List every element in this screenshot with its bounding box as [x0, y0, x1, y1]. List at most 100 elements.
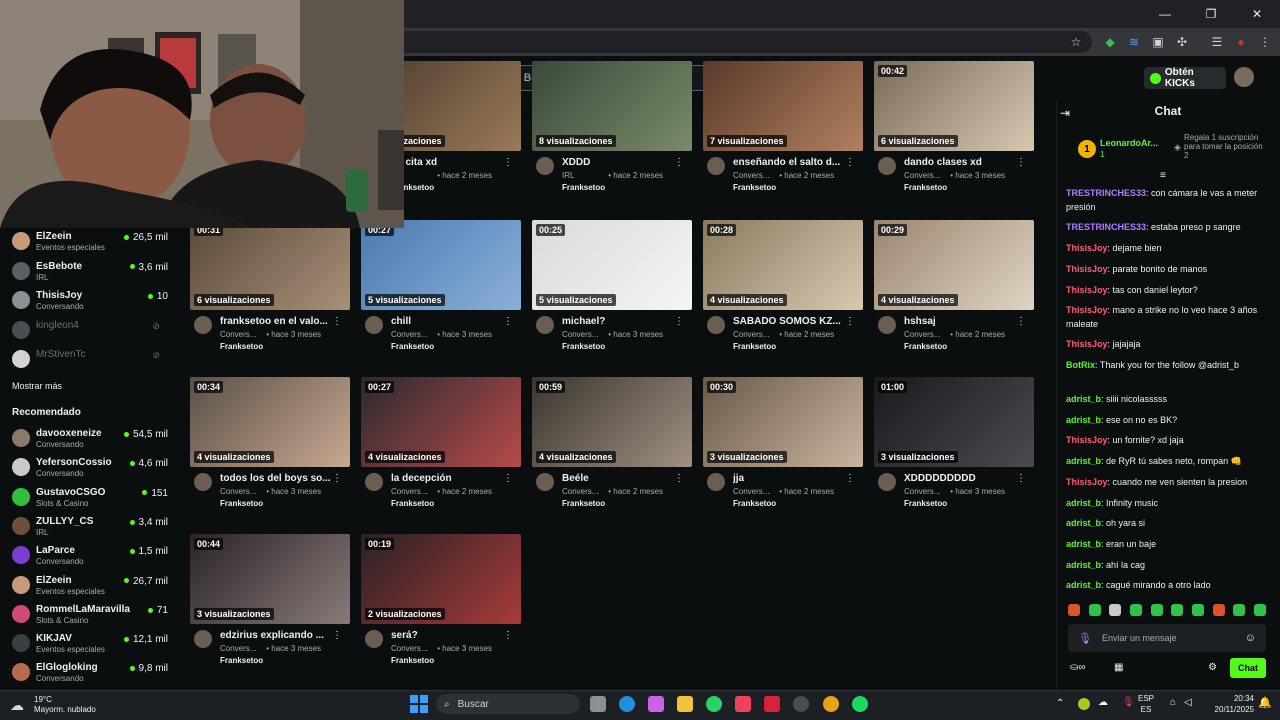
- video-card[interactable]: 00:25 5 visualizaciones michael? ⋮ Convers..…: [532, 220, 692, 360]
- video-category[interactable]: Convers...: [220, 487, 264, 496]
- puzzle-icon[interactable]: ✣: [1173, 33, 1191, 51]
- chat-username[interactable]: ThisisJoy: [1066, 477, 1108, 487]
- chat-username[interactable]: adrist_b: [1066, 539, 1101, 549]
- chat-username[interactable]: adrist_b: [1066, 518, 1101, 528]
- video-channel[interactable]: Franksetoo: [391, 656, 434, 665]
- channel-avatar[interactable]: [194, 630, 212, 648]
- channel-avatar[interactable]: [536, 473, 554, 491]
- video-thumbnail[interactable]: 00:25 5 visualizaciones: [532, 220, 692, 310]
- video-channel[interactable]: Franksetoo: [391, 499, 434, 508]
- video-title[interactable]: Beéle: [562, 473, 674, 484]
- video-options-icon[interactable]: ⋮: [503, 316, 513, 327]
- video-options-icon[interactable]: ⋮: [845, 473, 855, 484]
- video-options-icon[interactable]: ⋮: [674, 316, 684, 327]
- close-icon[interactable]: ✕: [1234, 0, 1280, 28]
- video-title[interactable]: franksetoo en el valo...: [220, 316, 332, 327]
- star-icon[interactable]: ☆: [1067, 33, 1085, 51]
- chat-username[interactable]: adrist_b: [1066, 394, 1101, 404]
- video-category[interactable]: Convers...: [904, 171, 948, 180]
- minimize-icon[interactable]: —: [1142, 0, 1188, 28]
- video-card[interactable]: 00:59 4 visualizaciones Beéle ⋮ Convers... •…: [532, 377, 692, 517]
- video-thumbnail[interactable]: 7 visualizaciones: [703, 61, 863, 151]
- video-channel[interactable]: Franksetoo: [733, 342, 776, 351]
- video-card[interactable]: 00:28 4 visualizaciones SABADO SOMOS KZ...…: [703, 220, 863, 360]
- video-title[interactable]: SABADO SOMOS KZ...: [733, 316, 845, 327]
- spotify-icon[interactable]: [852, 696, 868, 712]
- video-title[interactable]: todos los del boys so...: [220, 473, 332, 484]
- video-thumbnail[interactable]: 00:28 4 visualizaciones: [703, 220, 863, 310]
- profile-icon[interactable]: ●: [1232, 33, 1250, 51]
- video-category[interactable]: IRL: [562, 171, 606, 180]
- video-channel[interactable]: Franksetoo: [904, 499, 947, 508]
- video-thumbnail[interactable]: 8 visualizaciones: [532, 61, 692, 151]
- network-icon[interactable]: ⌂: [1170, 697, 1176, 708]
- chat-username[interactable]: TRESTRINCHES33: [1066, 188, 1146, 198]
- weather-widget[interactable]: ☁ 19°C Mayorm. nublado: [10, 693, 120, 717]
- video-title[interactable]: jja: [733, 473, 845, 484]
- video-card[interactable]: 7 visualizaciones enseñando el salto d...…: [703, 61, 863, 201]
- sidebar-channel[interactable]: EsBebote IRL 3,6 mil: [10, 258, 170, 286]
- chrome-icon[interactable]: [823, 696, 839, 712]
- chat-username[interactable]: ThisisJoy: [1066, 285, 1108, 295]
- task-view-icon[interactable]: [590, 696, 606, 712]
- emote-icon[interactable]: [1171, 604, 1184, 616]
- video-card[interactable]: 00:34 4 visualizaciones todos los del boys…: [190, 377, 350, 517]
- emote-icon[interactable]: [1212, 604, 1225, 616]
- video-title[interactable]: enseñando el salto d...: [733, 157, 845, 168]
- video-options-icon[interactable]: ⋮: [332, 473, 342, 484]
- video-options-icon[interactable]: ⋮: [845, 157, 855, 168]
- video-title[interactable]: chill: [391, 316, 503, 327]
- extension-shield-icon[interactable]: ◆: [1101, 33, 1119, 51]
- video-category[interactable]: Convers...: [391, 330, 435, 339]
- chat-settings-icon[interactable]: ⚙: [1208, 662, 1217, 673]
- sidebar-channel[interactable]: LaParce Conversando 1,5 mil: [10, 542, 170, 570]
- video-title[interactable]: será?: [391, 630, 503, 641]
- sidebar-channel[interactable]: kingleon4 ⊘: [10, 317, 170, 345]
- music-icon[interactable]: [735, 696, 751, 712]
- sidebar-channel[interactable]: GustavoCSGO Slots & Casino 151: [10, 484, 170, 512]
- video-title[interactable]: michael?: [562, 316, 674, 327]
- video-thumbnail[interactable]: 00:30 3 visualizaciones: [703, 377, 863, 467]
- chat-username[interactable]: ThisisJoy: [1066, 435, 1108, 445]
- video-card[interactable]: 00:29 4 visualizaciones hshsaj ⋮ Convers... …: [874, 220, 1034, 360]
- copilot-icon[interactable]: [648, 696, 664, 712]
- channel-avatar[interactable]: [536, 157, 554, 175]
- emote-icon[interactable]: [1129, 604, 1142, 616]
- channel-avatar[interactable]: [365, 473, 383, 491]
- video-category[interactable]: Convers...: [562, 487, 606, 496]
- bookmark-icon[interactable]: ▣: [1149, 33, 1167, 51]
- volume-icon[interactable]: ◁: [1184, 697, 1192, 708]
- store-icon[interactable]: ▦: [1114, 662, 1123, 673]
- video-channel[interactable]: Franksetoo: [391, 342, 434, 351]
- notification-icon[interactable]: 🔔: [1258, 696, 1272, 709]
- chat-send-button[interactable]: Chat: [1230, 658, 1266, 678]
- video-options-icon[interactable]: ⋮: [1016, 157, 1026, 168]
- chat-username[interactable]: ThisisJoy: [1066, 243, 1108, 253]
- video-options-icon[interactable]: ⋮: [674, 473, 684, 484]
- video-channel[interactable]: Franksetoo: [562, 183, 605, 192]
- video-card[interactable]: 00:44 3 visualizaciones edzirius explicand…: [190, 534, 350, 674]
- video-options-icon[interactable]: ⋮: [503, 473, 513, 484]
- acrobat-icon[interactable]: [764, 696, 780, 712]
- channel-avatar[interactable]: [194, 316, 212, 334]
- file-explorer-icon[interactable]: [677, 696, 693, 712]
- video-thumbnail[interactable]: 00:27 5 visualizaciones: [361, 220, 521, 310]
- video-options-icon[interactable]: ⋮: [332, 630, 342, 641]
- video-category[interactable]: Convers...: [733, 487, 777, 496]
- emote-icon[interactable]: [1068, 604, 1080, 616]
- points-icon[interactable]: ⛀∞: [1070, 662, 1086, 673]
- chat-username[interactable]: adrist_b: [1066, 560, 1101, 570]
- channel-avatar[interactable]: [194, 473, 212, 491]
- emote-icon[interactable]: [1253, 604, 1266, 616]
- emote-icon[interactable]: [1191, 604, 1204, 616]
- video-category[interactable]: Convers...: [733, 171, 777, 180]
- video-thumbnail[interactable]: 00:19 2 visualizaciones: [361, 534, 521, 624]
- video-thumbnail[interactable]: 00:34 4 visualizaciones: [190, 377, 350, 467]
- video-category[interactable]: Convers...: [733, 330, 777, 339]
- mic-icon[interactable]: 🎙: [1078, 632, 1092, 645]
- chat-username[interactable]: adrist_b: [1066, 415, 1101, 425]
- show-more-link[interactable]: Mostrar más: [12, 381, 62, 391]
- chat-input[interactable]: 🎙 Enviar un mensaje ☺: [1068, 624, 1266, 652]
- video-title[interactable]: XDDD: [562, 157, 674, 168]
- video-title[interactable]: XDDDDDDDDD: [904, 473, 1016, 484]
